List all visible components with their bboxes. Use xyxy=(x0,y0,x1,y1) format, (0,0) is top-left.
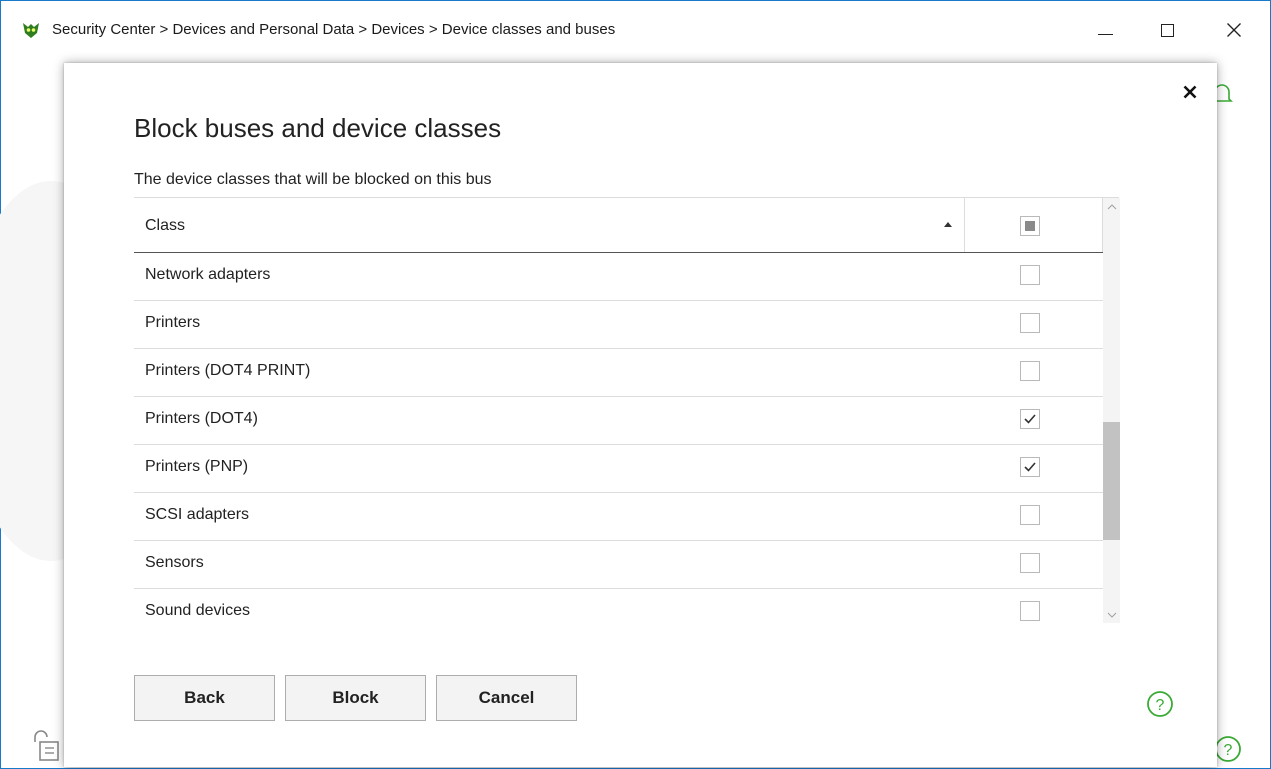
minimize-icon xyxy=(1097,33,1113,35)
maximize-icon xyxy=(1160,23,1174,37)
device-class-label: Printers (PNP) xyxy=(145,458,249,475)
back-button[interactable]: Back xyxy=(134,675,275,721)
checkmark-icon xyxy=(1024,462,1036,472)
block-class-checkbox[interactable] xyxy=(1020,505,1040,525)
lock-icon xyxy=(34,730,59,761)
table-body: Network adapters Printers Printers (DOT4 P… xyxy=(134,253,1103,623)
dialog-subtitle: The device classes that will be blocked … xyxy=(134,171,492,188)
table-row[interactable]: Printers (DOT4) xyxy=(134,397,1103,445)
window-close-button[interactable] xyxy=(1211,13,1257,47)
dialog-title: Block buses and device classes xyxy=(134,113,502,143)
svg-text:?: ? xyxy=(1156,697,1165,714)
select-all-checkbox[interactable] xyxy=(1020,216,1040,236)
vertical-scrollbar[interactable] xyxy=(1103,198,1120,623)
block-class-checkbox[interactable] xyxy=(1020,409,1040,429)
device-class-label: Printers (DOT4) xyxy=(145,410,258,427)
chevron-up-icon xyxy=(1107,203,1116,209)
device-class-table: Class Network adapters Printers Printers (… xyxy=(134,197,1120,623)
cancel-button[interactable]: Cancel xyxy=(436,675,577,721)
table-row[interactable]: Sound devices xyxy=(134,589,1103,623)
block-class-checkbox[interactable] xyxy=(1020,361,1040,381)
title-bar: Security Center > Devices and Personal D… xyxy=(1,1,1270,59)
app-logo-icon xyxy=(23,23,39,38)
table-row[interactable]: Sensors xyxy=(134,541,1103,589)
device-class-label: Sensors xyxy=(145,554,204,571)
svg-text:?: ? xyxy=(1224,742,1233,759)
block-button[interactable]: Block xyxy=(285,675,426,721)
app-window: ? Security Center > Devices and Personal… xyxy=(0,0,1271,769)
class-column-label: Class xyxy=(145,217,186,234)
minimize-button[interactable] xyxy=(1082,13,1128,47)
table-row[interactable]: SCSI adapters xyxy=(134,493,1103,541)
help-icon[interactable]: ? xyxy=(1146,690,1174,718)
dialog-close-button[interactable] xyxy=(1177,79,1203,105)
block-class-checkbox[interactable] xyxy=(1020,601,1040,621)
device-class-label: SCSI adapters xyxy=(145,506,250,523)
block-class-checkbox[interactable] xyxy=(1020,457,1040,477)
block-buses-dialog: Block buses and device classes The devic… xyxy=(64,63,1217,767)
table-row[interactable]: Printers (PNP) xyxy=(134,445,1103,493)
table-header: Class xyxy=(134,198,1103,253)
device-class-label: Printers (DOT4 PRINT) xyxy=(145,362,311,379)
scroll-thumb[interactable] xyxy=(1103,422,1120,540)
help-icon-background: ? xyxy=(1215,736,1241,762)
scroll-up-button[interactable] xyxy=(1103,198,1120,215)
device-class-label: Network adapters xyxy=(145,266,271,283)
table-row[interactable]: Printers xyxy=(134,301,1103,349)
checkmark-icon xyxy=(1024,414,1036,424)
device-class-label: Printers xyxy=(145,314,201,331)
device-class-label: Sound devices xyxy=(145,602,250,619)
maximize-button[interactable] xyxy=(1144,13,1190,47)
close-icon xyxy=(1227,23,1241,37)
table-row[interactable]: Network adapters xyxy=(134,253,1103,301)
block-class-checkbox[interactable] xyxy=(1020,265,1040,285)
chevron-down-icon xyxy=(1107,612,1116,618)
sort-ascending-icon xyxy=(944,222,952,227)
scroll-down-button[interactable] xyxy=(1103,606,1120,623)
table-row[interactable]: Printers (DOT4 PRINT) xyxy=(134,349,1103,397)
close-icon xyxy=(1183,85,1197,99)
class-column-header[interactable]: Class xyxy=(134,198,965,252)
block-class-checkbox[interactable] xyxy=(1020,313,1040,333)
block-class-checkbox[interactable] xyxy=(1020,553,1040,573)
window-title: Security Center > Devices and Personal D… xyxy=(52,21,616,38)
select-column-header xyxy=(965,198,1103,252)
